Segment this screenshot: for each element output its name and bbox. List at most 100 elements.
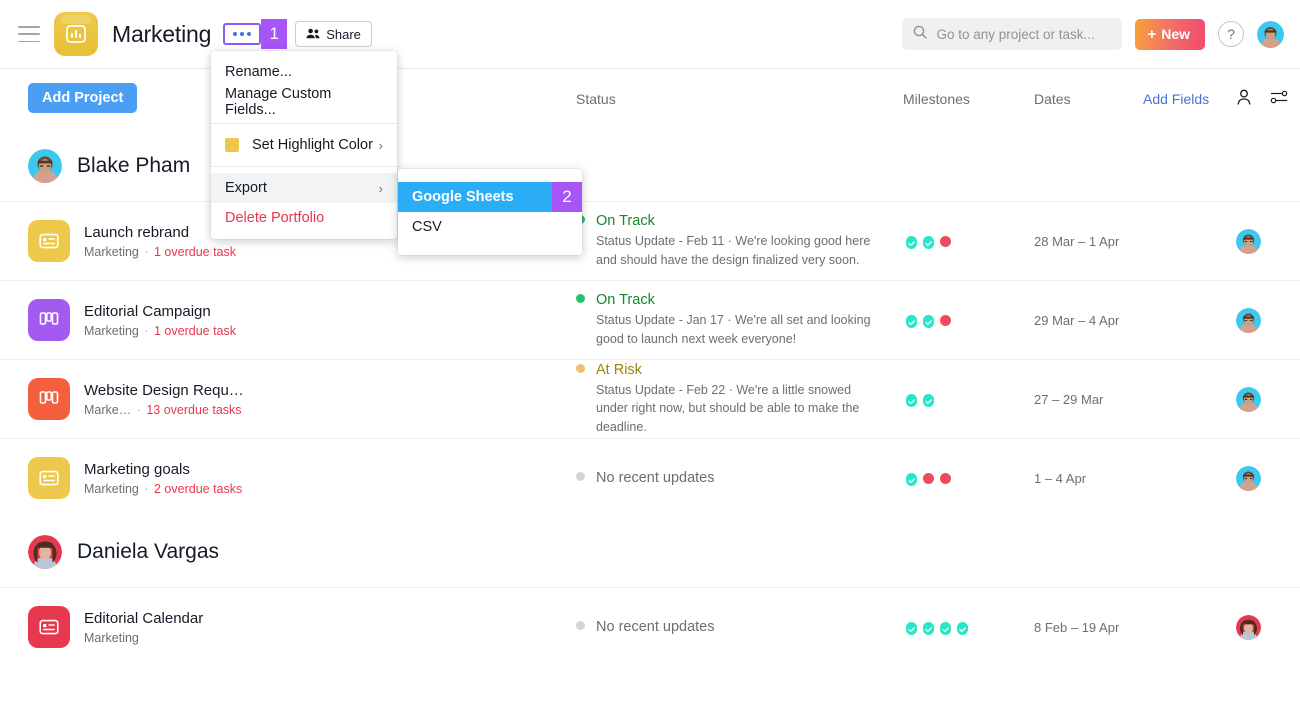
dates-cell: 28 Mar – 1 Apr — [1034, 234, 1119, 249]
row-owner-avatar[interactable] — [1236, 229, 1261, 254]
daniela-avatar — [28, 535, 62, 569]
status-cell[interactable]: On TrackStatus Update - Jan 17 · We're a… — [576, 292, 886, 347]
portfolio-page: Marketing 1 Share — [0, 0, 1300, 728]
portfolio-context-menu: Rename... Manage Custom Fields... Set Hi… — [211, 51, 397, 239]
status-cell[interactable]: At RiskStatus Update - Feb 22 · We're a … — [576, 362, 886, 435]
project-meta: Marketing — [84, 631, 203, 645]
list-icon — [28, 606, 70, 648]
share-label: Share — [326, 27, 361, 42]
submenu-top-pad — [398, 169, 582, 182]
search-input[interactable] — [936, 27, 1111, 42]
milestone-late-icon — [940, 315, 951, 326]
row-owner-avatar[interactable] — [1236, 466, 1261, 491]
project-name: Marketing goals — [84, 461, 242, 478]
project-info: Editorial Calendar Marketing — [84, 610, 203, 645]
project-info: Marketing goals Marketing · 2 overdue tas… — [84, 461, 242, 496]
highlight-color-swatch — [225, 138, 239, 152]
person-icon[interactable] — [1235, 88, 1253, 109]
project-meta: Marketing · 1 overdue task — [84, 324, 236, 338]
milestone-complete-icon — [906, 473, 917, 484]
ellipsis-icon[interactable] — [223, 23, 261, 45]
project-name: Editorial Calendar — [84, 610, 203, 627]
project-meta: Marketing · 1 overdue task — [84, 245, 236, 259]
milestone-complete-icon — [923, 236, 934, 247]
milestone-complete-icon — [906, 394, 917, 405]
group-name: Daniela Vargas — [77, 540, 219, 564]
column-header-dates: Dates — [1034, 91, 1071, 107]
user-avatar[interactable] — [1257, 21, 1284, 48]
step-badge-1: 1 — [261, 19, 287, 49]
menu-item-rename[interactable]: Rename... — [211, 57, 397, 87]
group-name: Blake Pham — [77, 154, 190, 178]
dates-cell: 27 – 29 Mar — [1034, 392, 1103, 407]
export-submenu: Google Sheets 2 CSV — [398, 169, 582, 255]
top-bar: Marketing 1 Share — [0, 0, 1300, 69]
dates-cell: 1 – 4 Apr — [1034, 471, 1086, 486]
milestone-complete-icon — [906, 315, 917, 326]
milestone-complete-icon — [957, 622, 968, 633]
share-button[interactable]: Share — [295, 21, 372, 47]
project-row[interactable]: Website Design Requ…Marke… · 13 overdue … — [0, 359, 1300, 438]
blake-avatar — [28, 149, 62, 183]
project-list: Blake Pham Launch rebrandMarketing · 1 o… — [0, 131, 1300, 666]
milestones-cell — [906, 394, 934, 405]
dates-cell: 29 Mar – 4 Apr — [1034, 313, 1119, 328]
milestone-complete-icon — [923, 394, 934, 405]
page-title: Marketing — [112, 21, 211, 48]
milestone-complete-icon — [906, 622, 917, 633]
help-button[interactable]: ? — [1218, 21, 1244, 47]
milestones-cell — [906, 622, 968, 633]
project-row[interactable]: Editorial Calendar Marketing No recent upd… — [0, 587, 1300, 666]
hamburger-icon[interactable] — [18, 26, 40, 42]
menu-item-set-highlight-color[interactable]: Set Highlight Color › — [211, 130, 397, 160]
plus-icon: + — [1147, 26, 1156, 43]
row-owner-avatar[interactable] — [1236, 308, 1261, 333]
row-owner-avatar[interactable] — [1236, 615, 1261, 640]
submenu-item-google-sheets[interactable]: Google Sheets 2 — [398, 182, 582, 212]
search-icon — [913, 25, 927, 44]
milestone-complete-icon — [923, 622, 934, 633]
group-header: Daniela Vargas — [0, 517, 1300, 587]
search-box[interactable] — [902, 18, 1122, 50]
new-label: New — [1161, 26, 1190, 42]
status-label: No recent updates — [596, 619, 715, 635]
project-info: Editorial Campaign Marketing · 1 overdue … — [84, 303, 236, 338]
project-name: Editorial Campaign — [84, 303, 236, 320]
project-row[interactable]: Editorial Campaign Marketing · 1 overdue … — [0, 280, 1300, 359]
submenu-item-label: CSV — [412, 219, 442, 235]
column-header-milestones: Milestones — [903, 91, 970, 107]
status-label: On Track — [596, 213, 655, 229]
status-label: No recent updates — [596, 470, 715, 486]
add-project-button[interactable]: Add Project — [28, 83, 137, 113]
project-row[interactable]: Launch rebrandMarketing · 1 overdue task… — [0, 201, 1300, 280]
add-fields-button[interactable]: Add Fields — [1143, 91, 1209, 107]
sliders-icon[interactable] — [1269, 88, 1289, 109]
menu-item-delete-portfolio[interactable]: Delete Portfolio — [211, 203, 397, 233]
status-dot — [576, 472, 585, 481]
menu-item-manage-custom-fields[interactable]: Manage Custom Fields... — [211, 87, 397, 117]
milestone-complete-icon — [940, 622, 951, 633]
submenu-bottom-pad — [398, 242, 582, 255]
menu-item-export[interactable]: Export › — [211, 173, 397, 203]
list-icon — [28, 220, 70, 262]
milestones-cell — [906, 236, 951, 247]
project-info: Website Design Requ…Marke… · 13 overdue … — [84, 382, 244, 417]
status-update-text: Status Update - Jan 17 · We're all set a… — [596, 311, 886, 347]
status-cell[interactable]: No recent updates — [576, 470, 886, 486]
project-row[interactable]: Marketing goals Marketing · 2 overdue tas… — [0, 438, 1300, 517]
top-bar-right: + New ? — [902, 18, 1284, 50]
milestone-complete-icon — [906, 236, 917, 247]
chevron-right-icon: › — [379, 181, 383, 196]
status-cell[interactable]: No recent updates — [576, 619, 886, 635]
new-button[interactable]: + New — [1135, 19, 1205, 50]
status-cell[interactable]: On TrackStatus Update - Feb 11 · We're l… — [576, 213, 886, 268]
group-header: Blake Pham — [0, 131, 1300, 201]
status-dot — [576, 621, 585, 630]
menu-item-label: Export — [225, 180, 267, 196]
project-meta: Marketing · 2 overdue tasks — [84, 482, 242, 496]
milestone-late-icon — [940, 236, 951, 247]
row-owner-avatar[interactable] — [1236, 387, 1261, 412]
menu-item-label: Set Highlight Color — [252, 137, 373, 153]
submenu-item-csv[interactable]: CSV — [398, 212, 582, 242]
milestones-cell — [906, 315, 951, 326]
